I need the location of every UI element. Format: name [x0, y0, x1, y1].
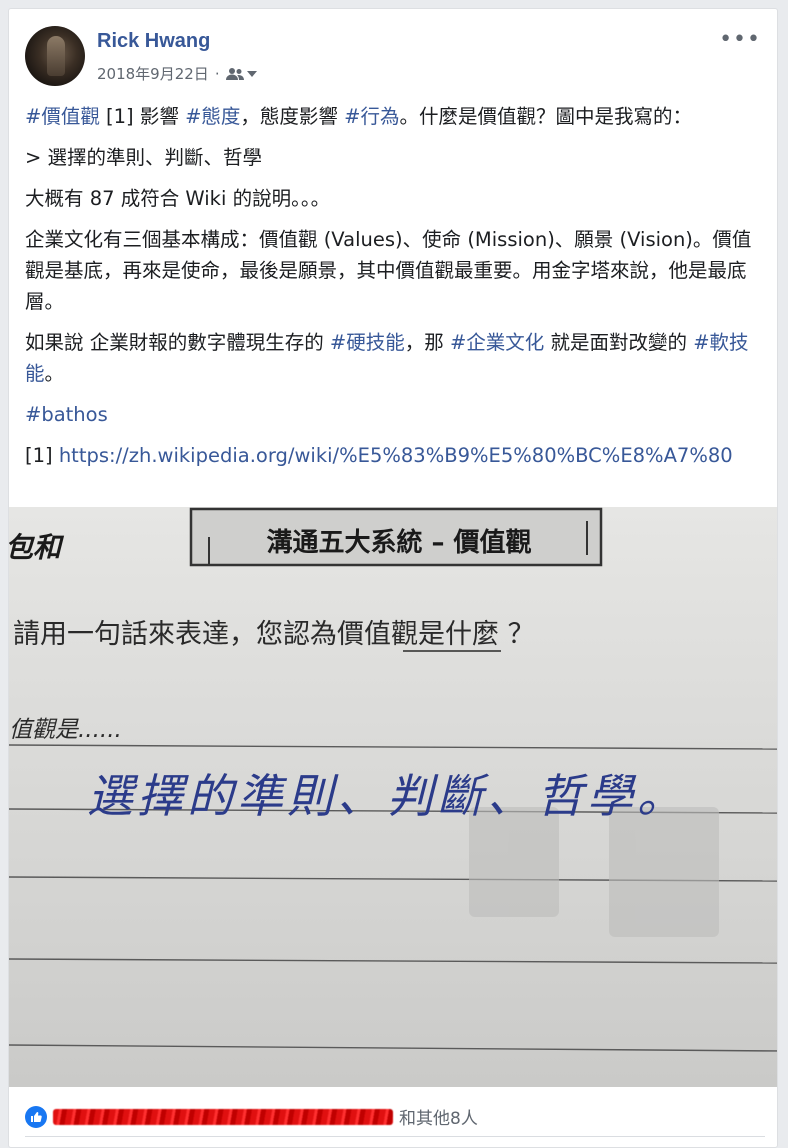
post-photo[interactable]: 溝通五大系統 – 價值觀 包和 請用一句話來表達，您認為價值觀是什麼 ？ 值觀是…	[9, 507, 777, 1087]
paragraph-7: [1] https://zh.wikipedia.org/wiki/%E5%83…	[25, 440, 765, 471]
post-card: Rick Hwang 2018年9月22日 · ••• #價值觀 [1] 影響 …	[8, 8, 778, 1148]
post-date[interactable]: 2018年9月22日	[97, 63, 209, 84]
photo-corner-text: 包和	[9, 531, 65, 564]
paragraph-2: > 選擇的準則、判斷、哲學	[25, 146, 263, 169]
hashtag-attitude[interactable]: #態度	[185, 105, 240, 128]
post-text: #價值觀 [1] 影響 #態度，態度影響 #行為。什麼是價值觀？圖中是我寫的： …	[25, 101, 765, 481]
hashtag-behavior[interactable]: #行為	[344, 105, 399, 128]
text: 。	[44, 362, 65, 385]
hashtag-corporate-culture[interactable]: #企業文化	[450, 331, 544, 354]
likes-count-text[interactable]: 和其他8人	[399, 1104, 478, 1129]
text: 如果說 企業財報的數字體現生存的	[25, 331, 330, 354]
photo-question: 請用一句話來表達，您認為價值觀是什麼 ？	[13, 619, 535, 650]
text: ，態度影響	[240, 105, 345, 128]
hashtag-hard-skills[interactable]: #硬技能	[330, 331, 405, 354]
like-icon[interactable]	[25, 1105, 47, 1128]
author-name[interactable]: Rick Hwang	[97, 30, 210, 53]
photo-box-title: 溝通五大系統 – 價值觀	[266, 527, 531, 558]
meta-separator: ·	[214, 64, 220, 83]
paragraph-1: #價值觀 [1] 影響 #態度，態度影響 #行為。什麼是價值觀？圖中是我寫的：	[25, 101, 765, 132]
text: [1] 影響	[99, 105, 186, 128]
hashtag-values[interactable]: #價值觀	[25, 105, 100, 128]
photo-handwriting: 選擇的準則、判斷、哲學。	[87, 769, 687, 823]
post-meta: 2018年9月22日 ·	[97, 63, 257, 84]
author-avatar[interactable]	[25, 26, 85, 86]
reference-marker: [1]	[25, 444, 59, 467]
text: 。什麼是價值觀？圖中是我寫的：	[399, 105, 692, 128]
paragraph-6: #bathos	[25, 399, 765, 430]
text: 就是面對改變的	[544, 331, 694, 354]
more-options-icon[interactable]: •••	[719, 29, 761, 51]
text: ，那	[404, 331, 450, 354]
hashtag-bathos[interactable]: #bathos	[25, 403, 108, 426]
paragraph-4: 企業文化有三個基本構成：價值觀 (Values)、使命 (Mission)、願景…	[25, 228, 752, 313]
photo-prompt: 值觀是......	[9, 717, 122, 743]
redacted-names	[53, 1108, 393, 1125]
paragraph-5: 如果說 企業財報的數字體現生存的 #硬技能，那 #企業文化 就是面對改變的 #軟…	[25, 327, 765, 389]
paragraph-3: 大概有 87 成符合 Wiki 的說明。。。	[25, 187, 331, 210]
friends-icon[interactable]	[225, 67, 257, 81]
wikipedia-link[interactable]: https://zh.wikipedia.org/wiki/%E5%83%B9%…	[59, 444, 733, 467]
chevron-down-icon	[246, 70, 257, 77]
reactions-bar: 和其他8人	[25, 1097, 765, 1137]
